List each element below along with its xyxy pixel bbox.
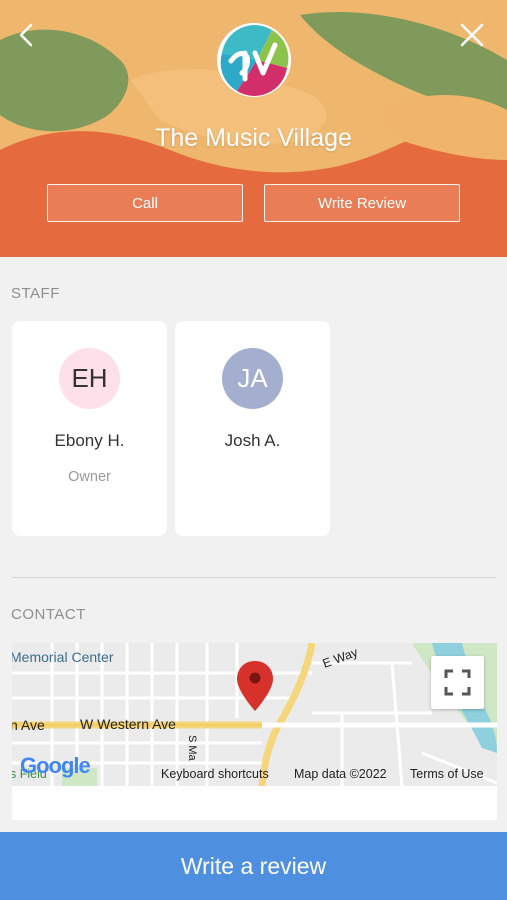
fullscreen-map-button[interactable] (431, 656, 484, 709)
back-button[interactable] (12, 20, 42, 50)
close-icon (460, 23, 484, 47)
business-logo (217, 23, 291, 97)
map-footer-spacer (12, 786, 497, 820)
terms-of-use-link[interactable]: Terms of Use (410, 767, 484, 781)
staff-card[interactable]: EH Ebony H. Owner (12, 321, 167, 536)
close-button[interactable] (457, 20, 487, 50)
avatar: JA (222, 348, 283, 409)
keyboard-shortcuts-link[interactable]: Keyboard shortcuts (161, 767, 269, 781)
staff-role: Owner (68, 469, 111, 485)
call-button[interactable]: Call (47, 184, 243, 222)
google-logo: Google (20, 753, 91, 779)
write-a-review-button[interactable]: Write a review (0, 832, 507, 900)
section-divider (12, 577, 496, 578)
fullscreen-icon (444, 669, 471, 696)
staff-card[interactable]: JA Josh A. (175, 321, 330, 536)
contact-section-title: CONTACT (11, 606, 86, 623)
google-logo-text: Google (20, 753, 91, 778)
staff-name: Josh A. (224, 431, 281, 450)
staff-name: Ebony H. (54, 431, 125, 450)
business-name: The Music Village (155, 124, 352, 152)
staff-section-title: STAFF (11, 285, 60, 302)
map-data-attribution: Map data ©2022 (294, 767, 387, 781)
write-review-button[interactable]: Write Review (264, 184, 460, 222)
business-header: The Music Village Call Write Review (0, 0, 507, 257)
music-village-logo (217, 23, 291, 97)
map-label: n Ave (12, 717, 45, 733)
location-map[interactable]: Memorial Center E Way n Ave W Western Av… (12, 643, 497, 786)
map-label: Memorial Center (12, 649, 114, 665)
map-label: W Western Ave (80, 716, 176, 732)
map-label: S Ma (186, 735, 198, 761)
avatar: EH (59, 348, 120, 409)
chevron-left-icon (19, 23, 33, 47)
